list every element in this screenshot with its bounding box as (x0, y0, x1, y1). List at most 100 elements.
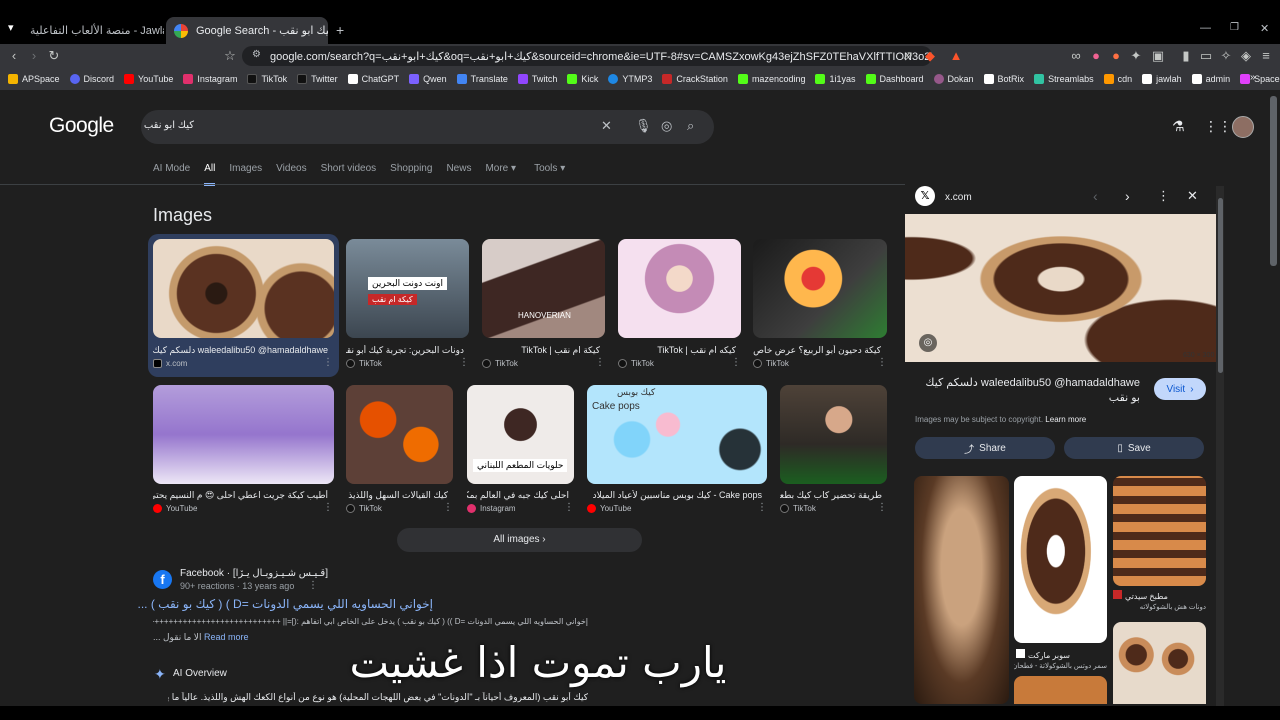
more-options-icon[interactable]: ⋮ (757, 502, 767, 513)
extensions-menu-icon[interactable]: ▣ (1150, 48, 1166, 64)
image-thumbnail[interactable] (618, 239, 741, 338)
bookmark-item[interactable]: cdn (1103, 74, 1132, 84)
panel-source[interactable]: x.com (945, 192, 972, 203)
labs-icon[interactable]: ⚗ (1172, 118, 1185, 135)
read-more-link[interactable]: Read more (204, 632, 249, 642)
tab-google-search[interactable]: كيك ابو نقب - Google Search ✕ (166, 17, 328, 44)
bookmark-item[interactable]: CrackStation (662, 74, 728, 84)
image-result[interactable]: حلويات المطعم اللبناني احلى كيك جبه في ا… (467, 385, 574, 515)
more-options-icon[interactable]: ⋮ (459, 357, 469, 368)
bookmark-item[interactable]: YTMP3 (608, 74, 652, 84)
image-thumbnail[interactable] (153, 385, 334, 484)
extension-2-icon[interactable]: ● (1088, 48, 1104, 64)
tab-news[interactable]: News (446, 163, 471, 186)
related-image[interactable] (1014, 676, 1107, 704)
address-bar[interactable]: ⚙ google.com/search?q=كيك+ابو+نقب&oq=كيك… (242, 46, 932, 66)
bookmark-item[interactable]: mazencoding (737, 74, 805, 84)
tab-all[interactable]: All (204, 163, 216, 186)
menu-icon[interactable]: ≡ (1258, 48, 1274, 64)
result-more-icon[interactable]: ⋮ (308, 580, 318, 591)
bookmark-item[interactable]: Twitch (517, 74, 557, 84)
visit-button[interactable]: Visit › (1154, 378, 1206, 400)
lens-icon[interactable]: ◎ (661, 118, 672, 134)
bookmark-item[interactable]: Streamlabs (1034, 74, 1094, 84)
image-thumbnail[interactable]: حلويات المطعم اللبناني (467, 385, 574, 484)
bookmark-item[interactable]: BotRix (983, 74, 1024, 84)
search-query[interactable]: كيك ابو نقب (144, 120, 194, 131)
tab-tools[interactable]: Tools ▾ (534, 163, 565, 186)
leo-icon[interactable]: ✧ (1218, 48, 1234, 64)
panel-more-icon[interactable]: ⋮ (1157, 188, 1170, 204)
bookmark-star-icon[interactable]: ☆ (222, 48, 238, 64)
mic-icon[interactable]: 🎙 (635, 118, 652, 134)
related-image[interactable] (914, 476, 1009, 704)
prev-image-icon[interactable]: ‹ (1093, 188, 1098, 204)
bookmark-item[interactable]: admin (1191, 74, 1230, 84)
google-logo[interactable]: Google (49, 114, 114, 138)
image-result[interactable]: أطيب كيكة جريت اعطي احلى 😍 م النسيم يحتي… (153, 385, 334, 515)
puzzle-icon[interactable]: ✦ (1128, 48, 1144, 64)
preview-image[interactable]: ◎ 630 × 300 (905, 214, 1217, 362)
image-result[interactable]: HANOVERIAN كيكة ام نقب | TikTok TikTok ⋮ (482, 239, 605, 373)
tab-search-icon[interactable]: ▾ (8, 21, 14, 34)
close-window-icon[interactable]: ✕ (1260, 22, 1269, 35)
bookmark-item[interactable]: APSpace (8, 74, 60, 84)
bookmark-item[interactable]: Translate (456, 74, 508, 84)
tab-videos[interactable]: Videos (276, 163, 306, 186)
related-image[interactable] (1014, 476, 1107, 643)
maximize-icon[interactable]: ❐ (1230, 22, 1239, 33)
bookmark-item[interactable]: 1i1yas (815, 74, 856, 84)
extension-3-icon[interactable]: ● (1108, 48, 1124, 64)
more-options-icon[interactable]: ⋮ (323, 502, 333, 513)
image-caption[interactable]: طريقة تحضير كاب كيك بطعم لوتر... (780, 490, 882, 501)
panel-title[interactable]: waleedalibu50 @hamadaldhawe دلسكم كيك بو… (915, 376, 1140, 406)
bookmark-item[interactable]: Dokan (933, 74, 974, 84)
image-thumbnail[interactable]: كيك بوبس Cake pops (587, 385, 767, 484)
bookmark-item[interactable]: TikTok (247, 74, 287, 84)
image-caption[interactable]: أطيب كيكة جريت اعطي احلى 😍 م النسيم يحتي… (153, 490, 328, 501)
vpn-icon[interactable]: ◈ (1238, 48, 1254, 64)
more-options-icon[interactable]: ⋮ (564, 502, 574, 513)
image-caption[interactable]: كيكة ام نقب | TikTok (482, 345, 600, 356)
related-image[interactable] (1113, 476, 1206, 586)
share-button[interactable]: ⤴ Share (915, 437, 1055, 459)
image-result[interactable]: waleedalibu50 @hamadaldhawe دلسكم كيك x.… (153, 239, 334, 373)
image-caption[interactable]: Cake pops - كيك بوبس مناسبين لأعياد المي… (587, 490, 762, 501)
image-caption[interactable]: كيك القيالات السهل واللذيذ (346, 490, 448, 501)
image-caption[interactable]: احلى كيك جبه في العالم بمكونات... (467, 490, 569, 501)
more-options-icon[interactable]: ⋮ (443, 502, 453, 513)
bookmark-item[interactable]: Twitter (297, 74, 338, 84)
bookmark-item[interactable]: Dashboard (865, 74, 924, 84)
image-caption[interactable]: كيكة دحيون أبو الربيع؟ عرض خاص الساعة (753, 345, 881, 356)
wallet-icon[interactable]: ▭ (1198, 48, 1214, 64)
more-options-icon[interactable]: ⋮ (877, 357, 887, 368)
brave-rewards-icon[interactable]: ▲ (948, 48, 964, 64)
close-panel-icon[interactable]: ✕ (1187, 188, 1198, 204)
page-scroll-thumb[interactable] (1270, 96, 1277, 266)
lens-search-icon[interactable]: ◎ (919, 334, 937, 352)
tab-shopping[interactable]: Shopping (390, 163, 432, 186)
bookmark-item[interactable]: Discord (69, 74, 114, 84)
avatar[interactable] (1232, 116, 1254, 138)
image-caption[interactable]: دونات البحرين: تجربة كيك أبو نقب ا (346, 345, 464, 356)
image-result[interactable]: كيكة دحيون أبو الربيع؟ عرض خاص الساعة Ti… (753, 239, 887, 373)
related-label[interactable]: سمر دوتس بالشوكولاتة - فطحان (1014, 662, 1107, 670)
more-options-icon[interactable]: ⋮ (323, 357, 333, 368)
result-site[interactable]: Facebook · [قـيـس شـيـزوبـال يـڒا] (180, 568, 328, 579)
image-thumbnail[interactable] (780, 385, 887, 484)
image-caption[interactable]: كيكه ام نقب | TikTok (618, 345, 736, 356)
more-options-icon[interactable]: ⋮ (877, 502, 887, 513)
new-tab-icon[interactable]: + (336, 22, 344, 38)
share-icon[interactable]: ⇗ (900, 48, 916, 64)
bookmark-item[interactable]: Spacemail (1240, 74, 1280, 84)
reload-icon[interactable]: ↻ (46, 48, 62, 64)
next-image-icon[interactable]: › (1125, 188, 1130, 204)
panel-scroll-thumb[interactable] (1218, 198, 1223, 373)
bookmark-item[interactable]: jawlah (1142, 74, 1182, 84)
site-info-icon[interactable]: ⚙ (252, 49, 261, 60)
more-bookmarks-icon[interactable]: » (1250, 72, 1256, 83)
search-icon[interactable]: ⌕ (687, 118, 694, 134)
related-image[interactable] (1113, 622, 1206, 704)
bookmark-item[interactable]: Kick (567, 74, 598, 84)
image-result[interactable]: كيك القيالات السهل واللذيذ TikTok ⋮ (346, 385, 453, 515)
